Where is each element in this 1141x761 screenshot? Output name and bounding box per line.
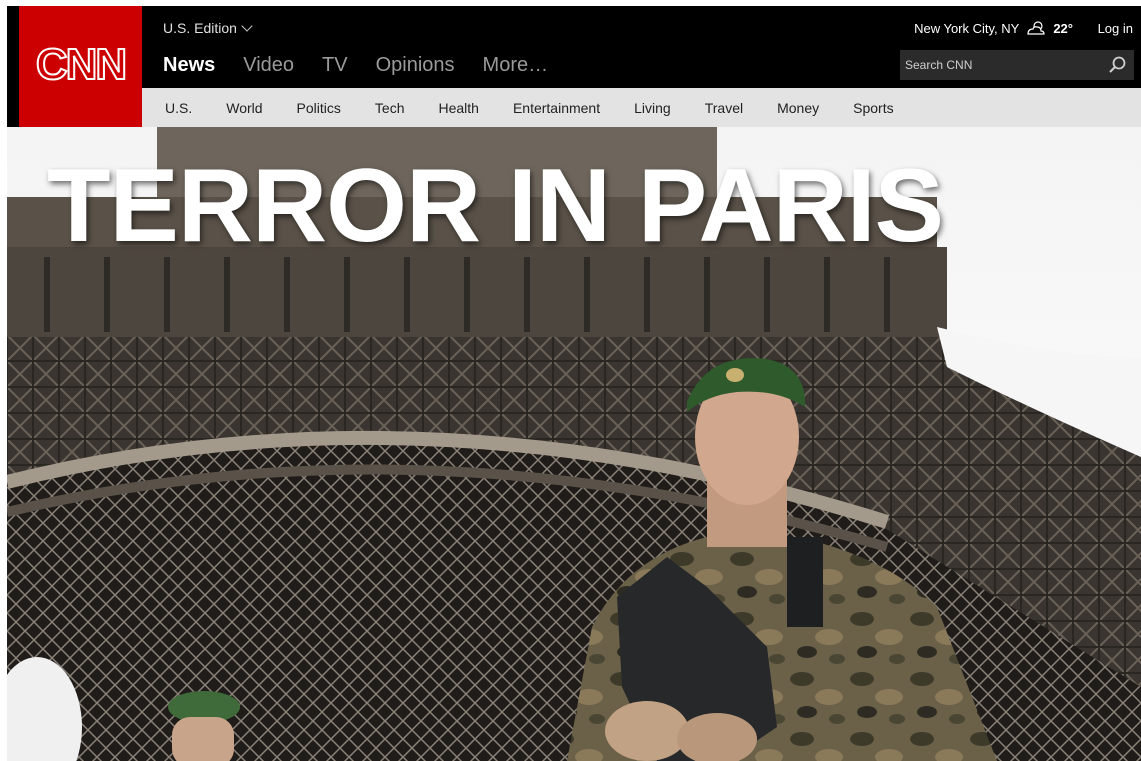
section-entertainment[interactable]: Entertainment <box>513 100 600 116</box>
weather-location: New York City, NY <box>914 20 1020 36</box>
page-frame: CNN U.S. Edition News Video TV Opinions … <box>7 6 1141 761</box>
edition-selector[interactable]: U.S. Edition <box>163 20 253 36</box>
logo-text: CNN <box>35 39 128 90</box>
weather-widget[interactable]: New York City, NY 22° <box>914 20 1073 36</box>
partly-cloudy-icon <box>1027 21 1045 35</box>
hero-headline[interactable]: TERROR IN PARIS <box>47 147 1127 266</box>
section-nav: U.S. World Politics Tech Health Entertai… <box>142 88 1141 127</box>
weather-temp: 22° <box>1053 20 1073 36</box>
site-header: CNN U.S. Edition News Video TV Opinions … <box>7 6 1141 127</box>
section-travel[interactable]: Travel <box>705 100 743 116</box>
search-input[interactable] <box>905 56 1095 74</box>
section-world[interactable]: World <box>226 100 262 116</box>
main-nav-opinions[interactable]: Opinions <box>376 54 455 77</box>
search-icon[interactable] <box>1108 55 1128 75</box>
section-sports[interactable]: Sports <box>853 100 893 116</box>
main-nav: News Video TV Opinions More… <box>163 54 548 77</box>
search-box <box>900 50 1134 80</box>
main-nav-video[interactable]: Video <box>243 54 294 77</box>
login-link[interactable]: Log in <box>1098 21 1133 36</box>
section-health[interactable]: Health <box>438 100 478 116</box>
edition-label: U.S. Edition <box>163 20 237 36</box>
section-money[interactable]: Money <box>777 100 819 116</box>
hero-section[interactable]: TERROR IN PARIS <box>7 127 1141 761</box>
chevron-down-icon <box>241 20 253 32</box>
main-nav-news[interactable]: News <box>163 54 215 77</box>
section-politics[interactable]: Politics <box>297 100 341 116</box>
cnn-logo[interactable]: CNN <box>19 6 142 127</box>
main-nav-tv[interactable]: TV <box>322 54 348 77</box>
main-nav-more[interactable]: More… <box>483 54 549 77</box>
section-living[interactable]: Living <box>634 100 671 116</box>
section-us[interactable]: U.S. <box>165 100 192 116</box>
section-tech[interactable]: Tech <box>375 100 405 116</box>
